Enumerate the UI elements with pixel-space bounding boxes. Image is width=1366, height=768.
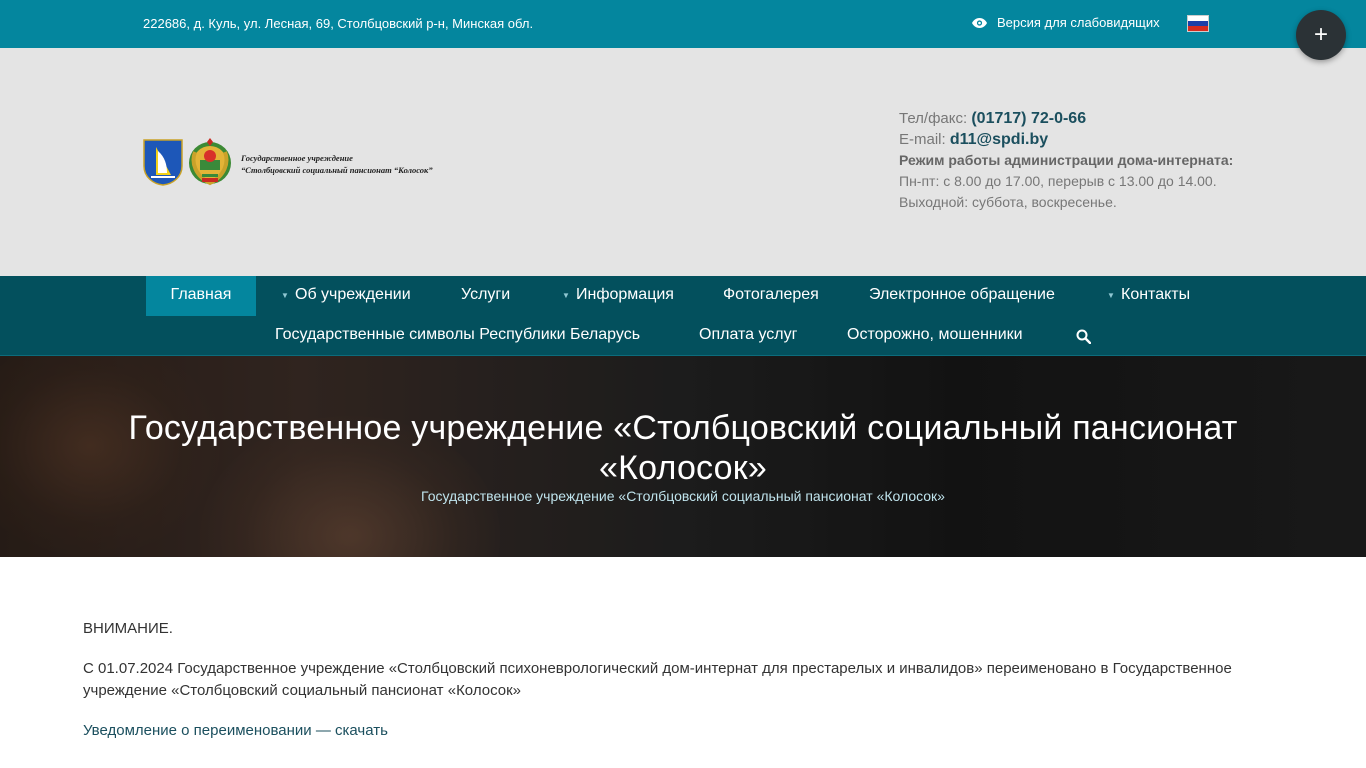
nav-item-services[interactable]: Услуги xyxy=(461,276,510,316)
hero-banner: Государственное учреждение «Столбцовский… xyxy=(0,356,1366,557)
address-text: 222686, д. Куль, ул. Лесная, 69, Столбцо… xyxy=(143,16,534,31)
schedule-weekdays: Пн-пт: с 8.00 до 17.00, перерыв с 13.00 … xyxy=(899,173,1217,189)
chevron-down-icon: ▼ xyxy=(562,291,570,300)
email-line: E-mail: d11@spdi.by xyxy=(899,131,1049,148)
russian-flag-icon[interactable] xyxy=(1187,15,1209,32)
low-vision-version-link[interactable]: Версия для слабовидящих xyxy=(972,15,1160,30)
nav-item-about[interactable]: ▼ Об учреждении xyxy=(281,276,411,316)
site-logo[interactable]: Государственное учреждение “Столбцовский… xyxy=(143,138,433,191)
breadcrumb[interactable]: Государственное учреждение «Столбцовский… xyxy=(0,488,1366,504)
main-navigation: Главная ▼ Об учреждении Услуги ▼ Информа… xyxy=(0,276,1366,356)
chevron-down-icon: ▼ xyxy=(281,291,289,300)
search-icon[interactable] xyxy=(1076,316,1092,356)
nav-item-home[interactable]: Главная xyxy=(146,276,256,316)
nav-item-photogallery[interactable]: Фотогалерея xyxy=(723,276,819,316)
floating-plus-button[interactable]: + xyxy=(1296,10,1346,60)
header-contacts: Тел/факс: (01717) 72-0-66 E-mail: d11@sp… xyxy=(899,108,1239,213)
phone-value[interactable]: (01717) 72-0-66 xyxy=(971,110,1086,127)
schedule-weekend: Выходной: суббота, воскресенье. xyxy=(899,194,1117,210)
site-header: Государственное учреждение “Столбцовский… xyxy=(0,48,1366,276)
nav-item-payment[interactable]: Оплата услуг xyxy=(699,316,797,356)
nav-item-state-symbols[interactable]: Государственные символы Республики Белар… xyxy=(275,316,640,356)
nav-item-contacts[interactable]: ▼ Контакты xyxy=(1107,276,1190,316)
state-emblem-icon xyxy=(187,138,233,191)
rename-notice-download-link[interactable]: Уведомление о переименовании — скачать xyxy=(83,720,1283,742)
eye-icon xyxy=(972,17,987,28)
chevron-down-icon: ▼ xyxy=(1107,291,1115,300)
top-bar: 222686, д. Куль, ул. Лесная, 69, Столбцо… xyxy=(0,0,1366,48)
phone-line: Тел/факс: (01717) 72-0-66 xyxy=(899,110,1087,127)
rename-paragraph: С 01.07.2024 Государственное учреждение … xyxy=(83,660,1232,699)
nav-item-fraud-warning[interactable]: Осторожно, мошенники xyxy=(847,316,1023,356)
schedule-title: Режим работы администрации дома-интернат… xyxy=(899,152,1234,168)
logo-text: Государственное учреждение “Столбцовский… xyxy=(241,153,433,175)
nav-item-electronic-appeal[interactable]: Электронное обращение xyxy=(869,276,1055,316)
email-value[interactable]: d11@spdi.by xyxy=(950,131,1048,148)
low-vision-label: Версия для слабовидящих xyxy=(997,15,1160,30)
nav-item-information[interactable]: ▼ Информация xyxy=(562,276,674,316)
nav-row-2: Государственные символы Республики Белар… xyxy=(0,316,1366,356)
main-content: ВНИМАНИЕ. С 01.07.2024 Государственное у… xyxy=(83,618,1283,760)
page-title: Государственное учреждение «Столбцовский… xyxy=(128,409,1238,487)
nav-row-1: Главная ▼ Об учреждении Услуги ▼ Информа… xyxy=(0,276,1366,316)
attention-text: ВНИМАНИЕ. xyxy=(83,620,173,637)
district-coat-of-arms-icon xyxy=(143,138,183,191)
